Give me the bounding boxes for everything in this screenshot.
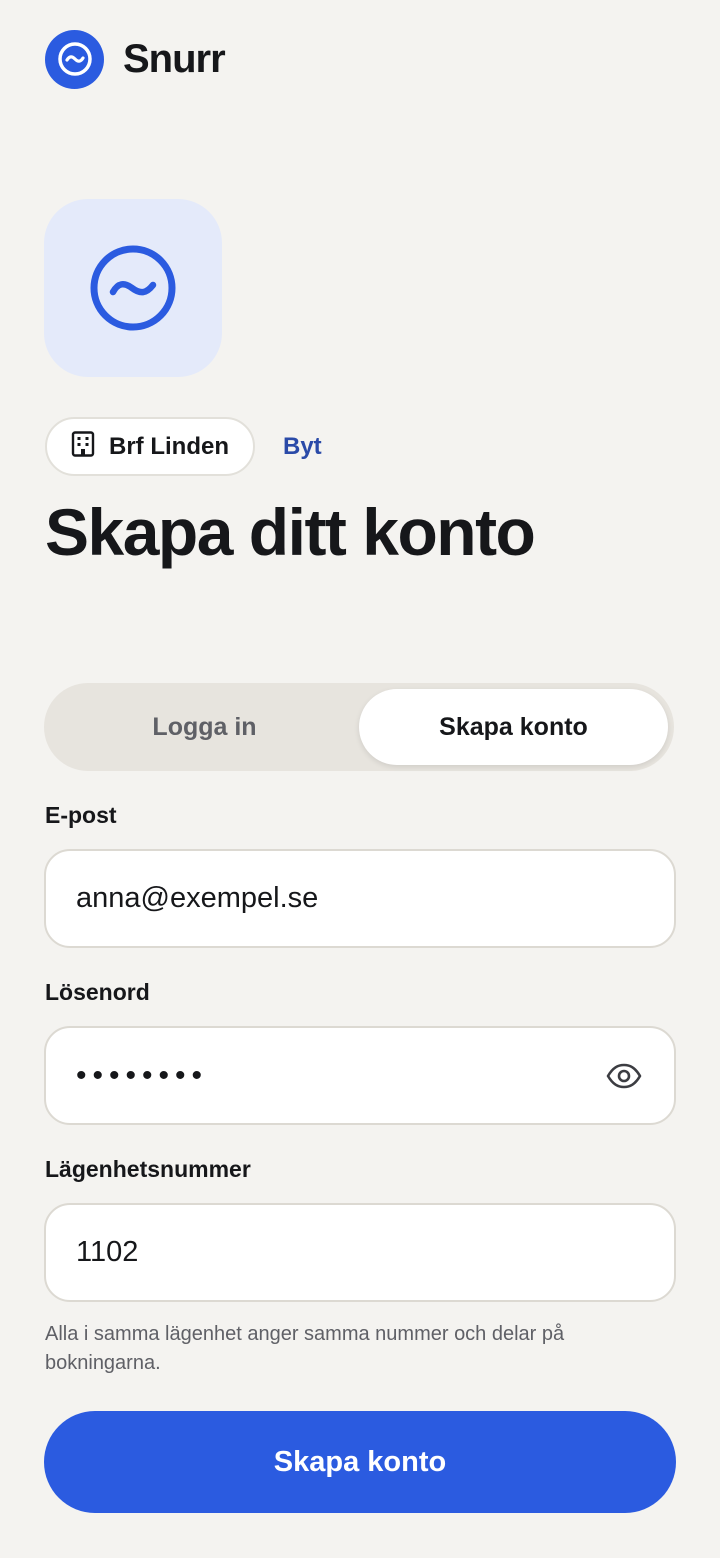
tab-login[interactable]: Logga in <box>50 689 359 765</box>
wave-circle-icon <box>90 245 176 331</box>
apartment-field-wrapper <box>44 1203 676 1302</box>
apartment-help-text: Alla i samma lägenhet anger samma nummer… <box>45 1323 565 1374</box>
email-field-wrapper <box>44 849 676 948</box>
switch-association-link[interactable]: Byt <box>283 433 322 461</box>
password-field[interactable] <box>76 1058 604 1093</box>
auth-tabs: Logga in Skapa konto <box>44 683 674 771</box>
email-field[interactable] <box>76 882 644 915</box>
password-field-wrapper <box>44 1026 676 1125</box>
eye-icon[interactable] <box>604 1056 644 1096</box>
page-title: Skapa ditt konto <box>45 495 536 569</box>
wave-circle-icon <box>45 29 104 89</box>
brand-header: Snurr <box>45 29 226 89</box>
create-account-button[interactable]: Skapa konto <box>44 1411 676 1513</box>
signup-page: Snurr Brf Linden Byt Skapa ditt konto Lo… <box>0 0 720 1558</box>
brand-name: Snurr <box>123 36 226 81</box>
app-logo-tile <box>44 199 222 377</box>
association-name: Brf Linden <box>109 432 229 460</box>
building-icon <box>71 431 95 462</box>
password-label: Lösenord <box>45 979 150 1005</box>
apartment-label: Lägenhetsnummer <box>45 1156 251 1182</box>
association-chip: Brf Linden <box>45 417 255 476</box>
apartment-number-field[interactable] <box>76 1236 644 1269</box>
email-label: E-post <box>45 802 117 828</box>
association-row: Brf Linden Byt <box>45 417 322 476</box>
tab-create-account[interactable]: Skapa konto <box>359 689 668 765</box>
